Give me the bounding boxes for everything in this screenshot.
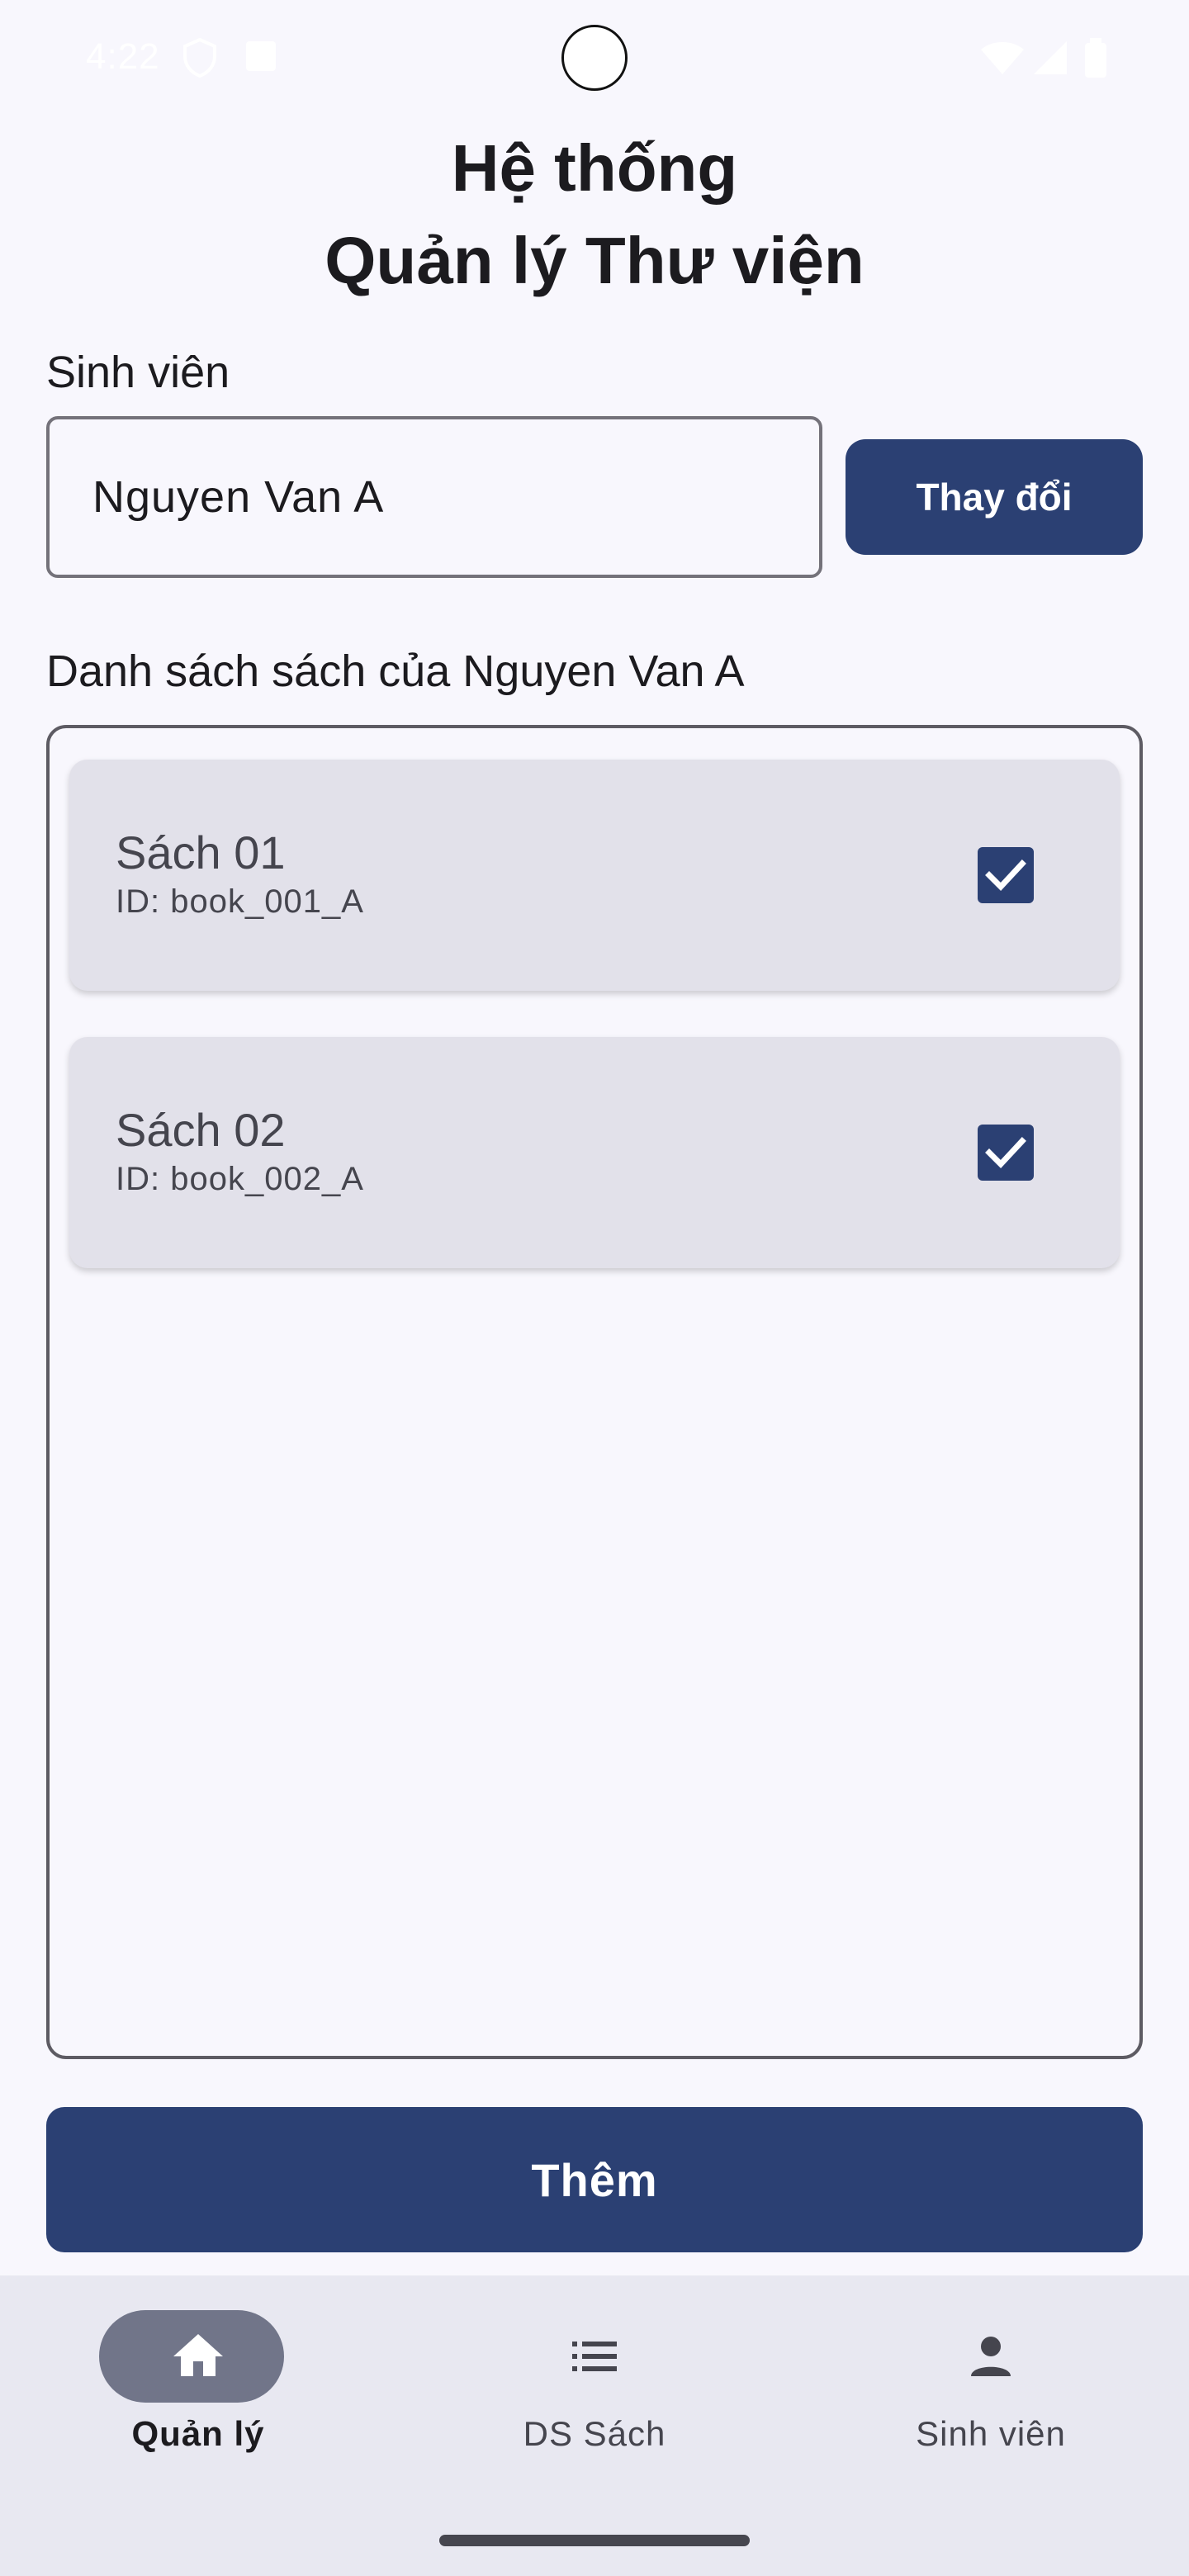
- nav-label: DS Sách: [523, 2414, 666, 2453]
- nav-item-manage[interactable]: Quản lý: [0, 2275, 396, 2482]
- bottom-navigation: Quản lý DS Sách Sinh viên: [0, 2275, 1189, 2576]
- add-button[interactable]: Thêm: [46, 2107, 1143, 2252]
- book-id: ID: book_002_A: [116, 1161, 364, 1197]
- notification-icon: [244, 38, 277, 78]
- check-icon: [985, 1137, 1026, 1169]
- change-student-button[interactable]: Thay đổi: [846, 439, 1143, 555]
- camera-cutout: [561, 25, 628, 91]
- book-list-heading: Danh sách sách của Nguyen Van A: [46, 646, 745, 696]
- book-id: ID: book_001_A: [116, 883, 364, 920]
- student-name-input[interactable]: [46, 416, 822, 578]
- book-list-item[interactable]: Sách 02 ID: book_002_A: [69, 1037, 1120, 1268]
- book-title: Sách 02: [116, 1104, 286, 1156]
- check-icon: [985, 859, 1026, 892]
- nav-item-book-list[interactable]: DS Sách: [396, 2275, 793, 2482]
- title-line-2: Quản lý Thư viện: [324, 224, 865, 297]
- page-title: Hệ thống Quản lý Thư viện: [0, 122, 1189, 307]
- shield-icon: [182, 37, 218, 82]
- book-checkbox[interactable]: [978, 1125, 1034, 1181]
- signal-icon: [1032, 40, 1068, 80]
- nav-item-students[interactable]: Sinh viên: [793, 2275, 1189, 2482]
- person-icon: [793, 2327, 1189, 2386]
- book-checkbox[interactable]: [978, 847, 1034, 903]
- status-time: 4:22: [86, 36, 160, 77]
- book-title: Sách 01: [116, 826, 286, 878]
- wifi-icon: [979, 40, 1026, 80]
- title-line-1: Hệ thống: [451, 131, 738, 205]
- status-bar: 4:22: [0, 0, 1189, 116]
- student-label: Sinh viên: [46, 348, 230, 397]
- nav-label: Sinh viên: [916, 2414, 1066, 2453]
- battery-icon: [1085, 38, 1106, 82]
- gesture-bar[interactable]: [439, 2535, 750, 2546]
- book-list-item[interactable]: Sách 01 ID: book_001_A: [69, 760, 1120, 991]
- list-icon: [396, 2327, 793, 2386]
- nav-label: Quản lý: [131, 2414, 265, 2453]
- home-icon: [0, 2327, 396, 2386]
